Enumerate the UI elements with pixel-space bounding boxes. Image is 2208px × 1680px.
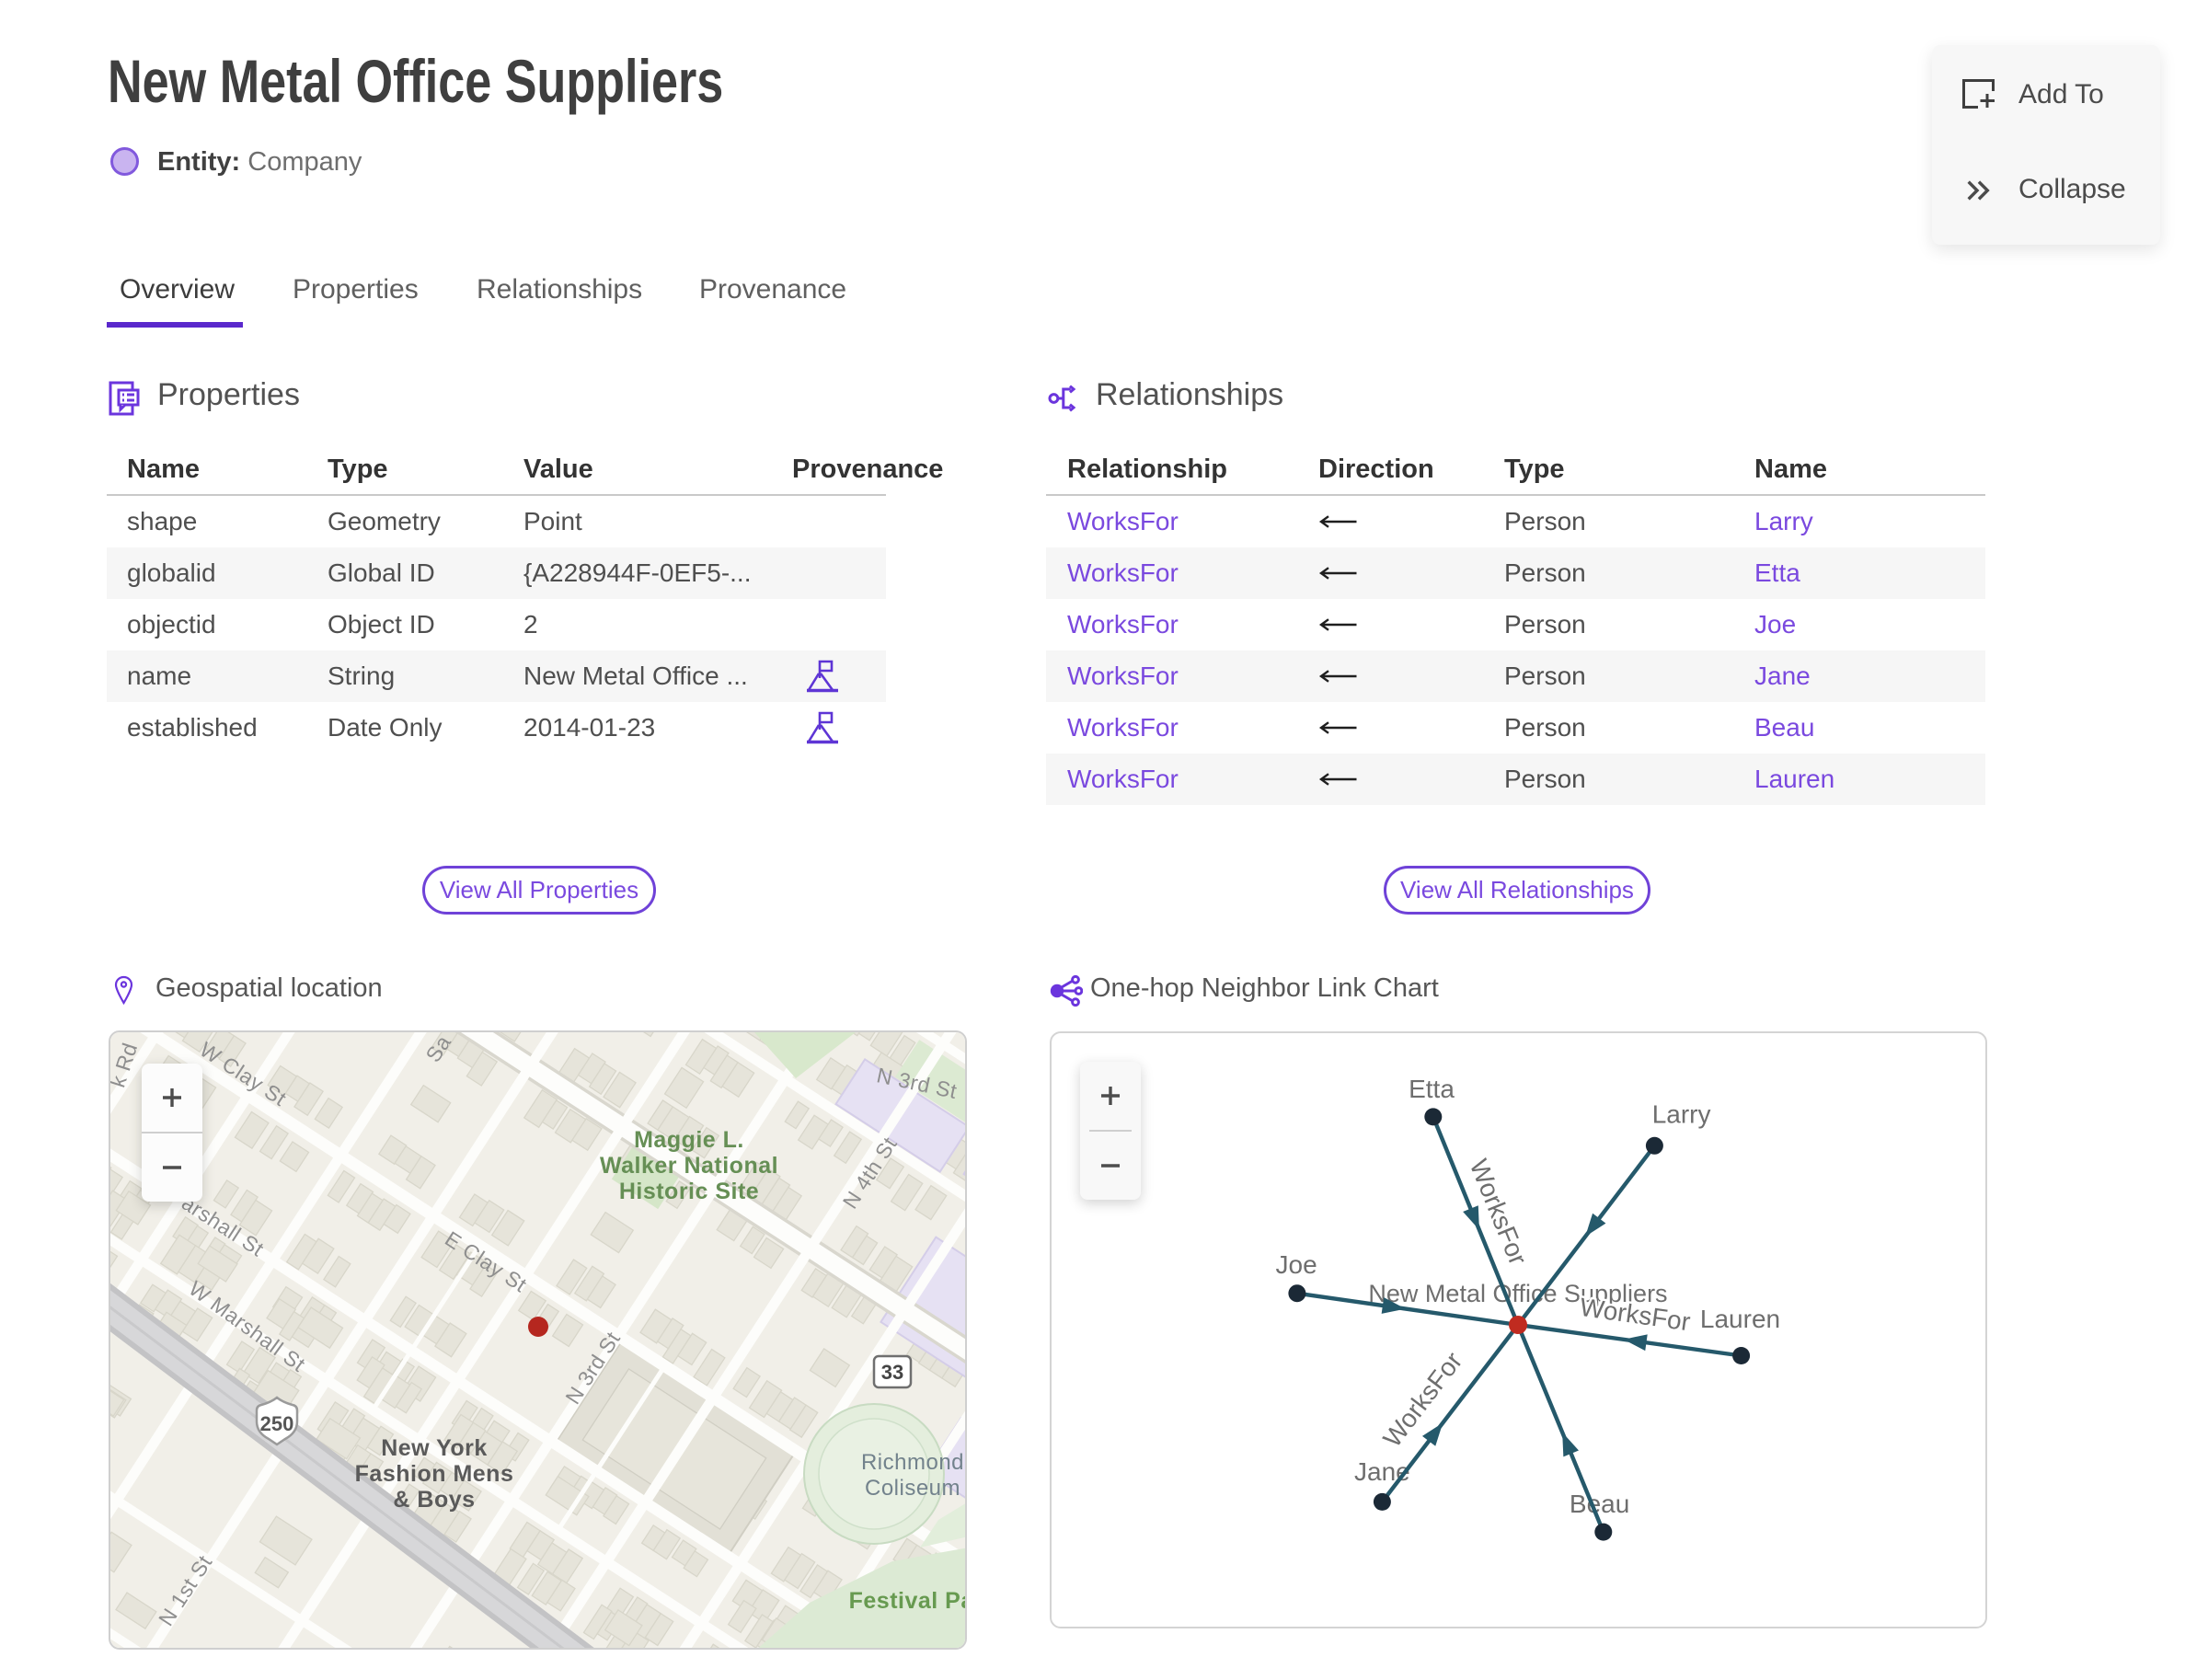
- svg-text:& Boys: & Boys: [393, 1487, 475, 1513]
- svg-text:Lauren: Lauren: [1700, 1305, 1780, 1333]
- svg-text:Festival Park: Festival Park: [849, 1588, 967, 1614]
- svg-text:Walker National: Walker National: [600, 1153, 778, 1179]
- svg-text:Jane: Jane: [1354, 1457, 1410, 1486]
- svg-text:250: 250: [260, 1412, 294, 1435]
- svg-text:New York: New York: [381, 1435, 488, 1461]
- svg-text:Larry: Larry: [1652, 1100, 1711, 1129]
- svg-text:Richmond: Richmond: [861, 1450, 964, 1475]
- svg-text:Joe: Joe: [1276, 1250, 1317, 1279]
- svg-text:Maggie L.: Maggie L.: [634, 1127, 744, 1153]
- svg-text:Fashion Mens: Fashion Mens: [355, 1461, 514, 1487]
- svg-text:WorksFor: WorksFor: [1578, 1293, 1692, 1337]
- svg-text:Historic Site: Historic Site: [619, 1179, 759, 1204]
- svg-text:Etta: Etta: [1409, 1075, 1455, 1103]
- svg-text:Beau: Beau: [1570, 1490, 1629, 1518]
- svg-text:33: 33: [881, 1361, 903, 1384]
- svg-text:WorksFor: WorksFor: [1377, 1347, 1467, 1453]
- svg-text:Coliseum: Coliseum: [865, 1476, 960, 1501]
